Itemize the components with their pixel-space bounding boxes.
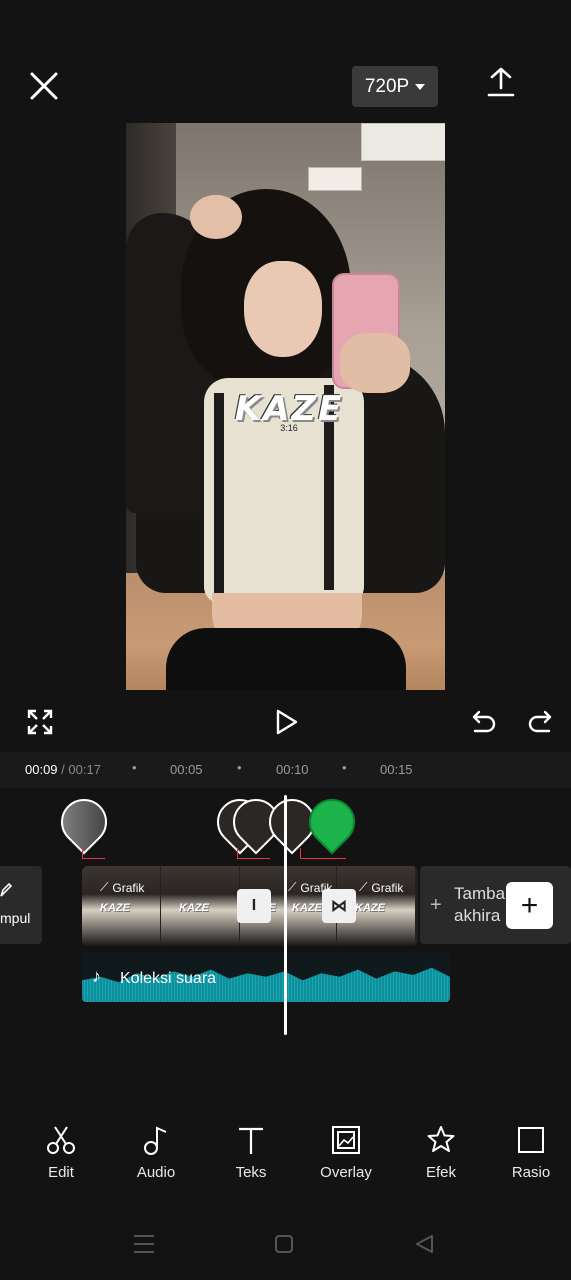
transition-button[interactable]: ⋈ [322, 889, 356, 923]
keyframe-link-line [300, 848, 346, 859]
export-upload-icon[interactable] [486, 66, 516, 100]
tool-label: Audio [136, 1164, 176, 1181]
audio-track-label: Koleksi suara [120, 970, 217, 987]
graph-icon: ⟋ [359, 880, 368, 894]
ruler-tick: 00:10 [276, 762, 309, 777]
close-icon[interactable] [28, 70, 60, 102]
music-note-icon [144, 1126, 167, 1155]
tool-edit-button[interactable]: Edit [21, 1124, 101, 1181]
tool-overlay-button[interactable]: Overlay [306, 1124, 386, 1181]
plus-icon: + [520, 888, 539, 922]
undo-icon[interactable] [471, 709, 497, 735]
clip-thumbnail[interactable]: KAZE [161, 866, 239, 946]
preview-hand [190, 195, 242, 239]
add-ending-label: akhira [454, 906, 501, 925]
music-note-icon: ♪ [92, 966, 101, 986]
preview-face [244, 261, 322, 357]
resolution-dropdown[interactable]: 720P [352, 66, 438, 107]
add-clip-button[interactable]: + [506, 882, 553, 929]
time-display: 00:09 / 00:17 [25, 762, 101, 777]
chevron-down-icon [415, 83, 426, 90]
menu-icon[interactable] [133, 1234, 155, 1259]
total-time: 00:17 [68, 762, 101, 777]
thumb-overlay-text: KAZE [179, 902, 209, 914]
preview-air-conditioner [361, 123, 445, 161]
ruler-tick: 00:05 [170, 762, 203, 777]
cover-button[interactable]: mpul [0, 866, 42, 944]
tool-text-button[interactable]: Teks [211, 1124, 291, 1181]
tool-ratio-button[interactable]: Rasio [491, 1124, 571, 1181]
audio-track[interactable]: ♪ Koleksi suara [82, 952, 450, 1002]
video-preview[interactable]: KAZE 3:16 [126, 123, 445, 690]
keyframe-marker[interactable] [51, 789, 117, 855]
back-icon[interactable] [414, 1234, 434, 1259]
graph-tag-label: Grafik [112, 880, 145, 895]
keyframe-link-line [82, 848, 105, 859]
preview-stripe [214, 393, 224, 593]
graph-tag: ⟋ Grafik [100, 880, 144, 895]
tool-label: Rasio [511, 1164, 551, 1181]
graph-icon: ⟋ [288, 880, 297, 894]
preview-hand [340, 333, 410, 393]
overlay-icon [332, 1126, 360, 1154]
thumb-overlay-text: KAZE [292, 902, 322, 914]
play-icon[interactable] [275, 709, 299, 735]
time-separator: / [57, 762, 69, 777]
preview-box [308, 167, 362, 191]
transition-button[interactable]: I [237, 889, 271, 923]
preview-pants [166, 628, 406, 690]
scissors-icon [47, 1126, 75, 1154]
graph-tag-label: Grafik [371, 880, 404, 895]
resolution-label: 720P [364, 75, 410, 97]
ruler-dot: • [132, 760, 137, 775]
keyframe-marker-selected[interactable] [299, 789, 365, 855]
thumb-overlay-text: KAZE [100, 902, 130, 914]
add-ending-label: Tamba [454, 884, 506, 903]
cover-label: mpul [0, 910, 31, 926]
thumb-overlay-text: KAZE [355, 902, 385, 914]
current-time: 00:09 [25, 762, 58, 777]
ratio-icon [518, 1127, 544, 1153]
ruler-dot: • [342, 760, 347, 775]
effects-star-icon [427, 1126, 455, 1152]
keyframe-link-line [237, 848, 270, 859]
tool-label: Efek [425, 1164, 456, 1181]
tool-audio-button[interactable]: Audio [116, 1124, 196, 1181]
text-icon [239, 1127, 263, 1154]
ruler-dot: • [237, 760, 242, 775]
transition-bowtie-icon: ⋈ [331, 898, 347, 915]
tool-label: Overlay [320, 1164, 372, 1181]
tool-label: Edit [48, 1164, 74, 1181]
graph-icon: ⟋ [100, 880, 109, 894]
plus-icon: + [430, 894, 442, 916]
tool-label: Teks [235, 1164, 267, 1181]
pencil-icon [0, 882, 12, 897]
graph-tag: ⟋ Grafik [359, 880, 403, 895]
transition-none-icon: I [251, 897, 257, 914]
overlay-subtitle: 3:16 [280, 423, 298, 433]
redo-icon[interactable] [527, 709, 553, 735]
tool-effects-button[interactable]: Efek [401, 1124, 481, 1181]
playhead[interactable] [284, 795, 287, 1035]
home-icon[interactable] [274, 1234, 294, 1259]
clip-thumbnail[interactable]: ⟋ Grafik KAZE [82, 866, 160, 946]
fullscreen-icon[interactable] [27, 709, 53, 735]
ruler-tick: 00:15 [380, 762, 413, 777]
